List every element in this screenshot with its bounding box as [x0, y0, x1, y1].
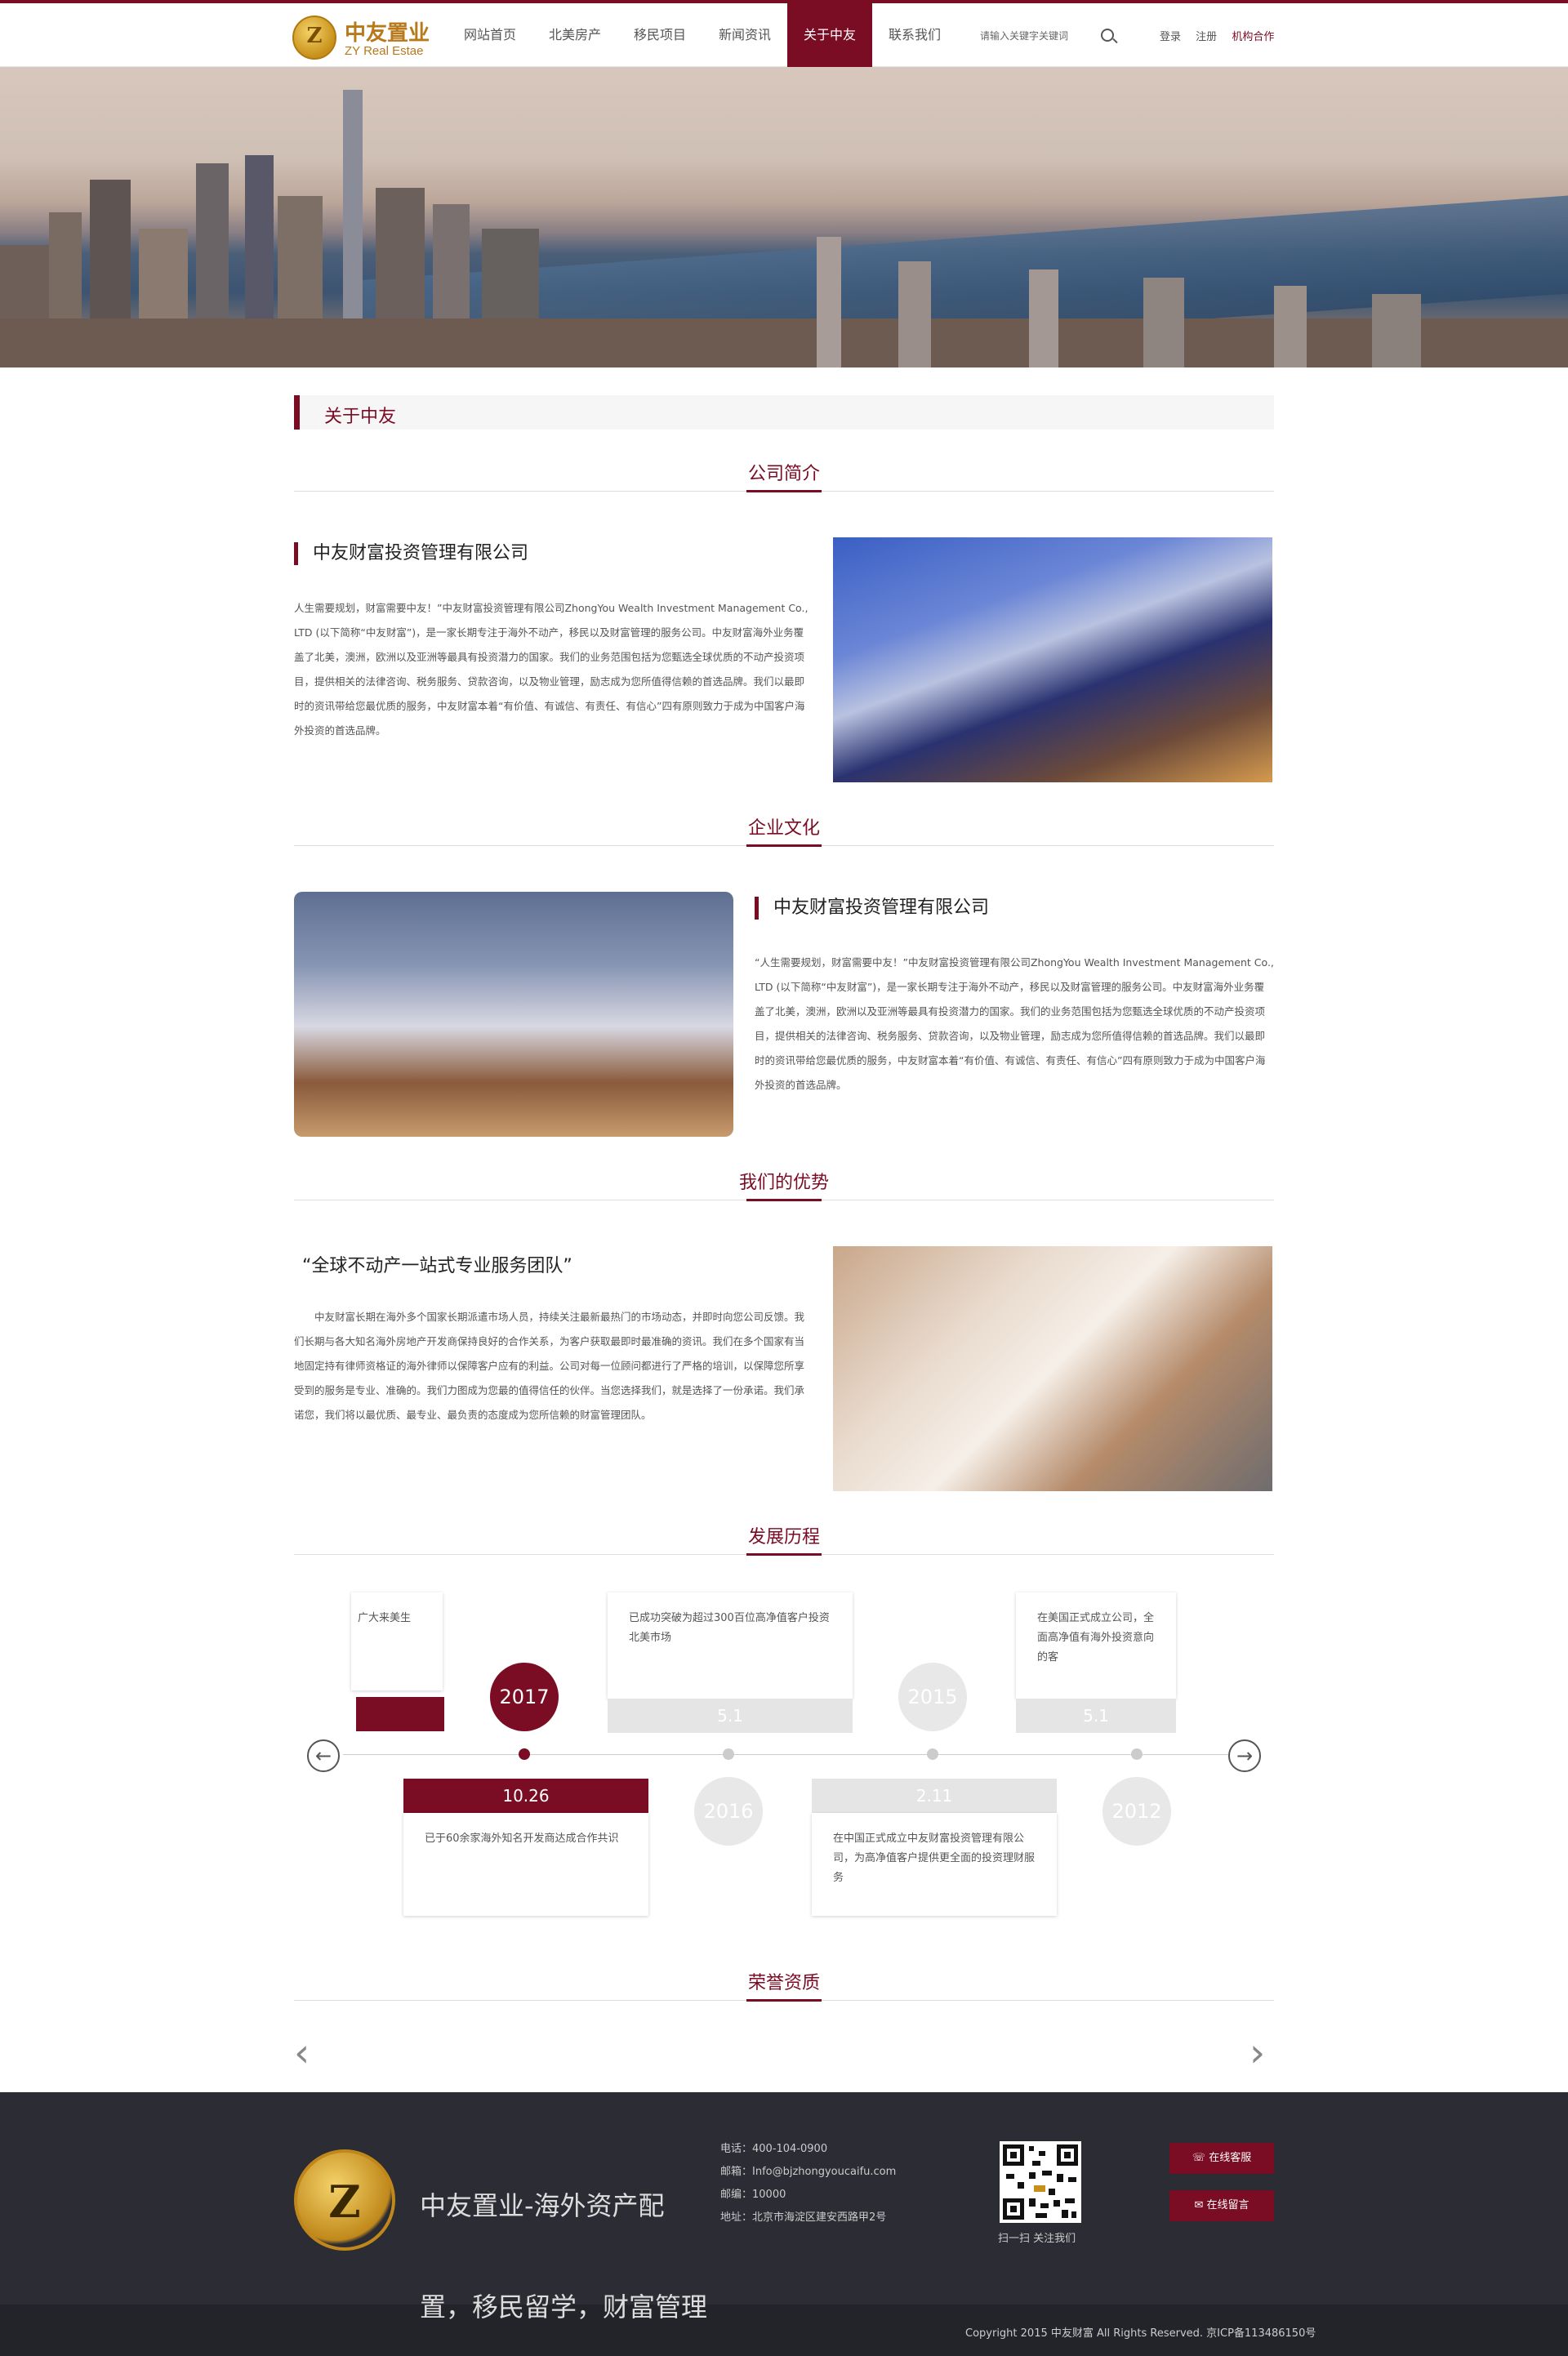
culture-heading: 企业文化	[294, 813, 1274, 847]
search-input[interactable]	[980, 26, 1094, 46]
culture-heading-text: 企业文化	[747, 818, 820, 839]
footer-address: 地址：北京市海淀区建安西路甲2号	[720, 2211, 887, 2224]
timeline-bar	[356, 1697, 444, 1731]
timeline-card: 在中国正式成立中友财富投资管理有限公司，为高净值客户提供更全面的投资理财服务	[812, 1813, 1057, 1916]
timeline-card: 在美国正式成立公司，全面高净值有海外投资意向的客	[1016, 1592, 1176, 1699]
history-heading-text: 发展历程	[747, 1527, 820, 1548]
timeline-axis	[343, 1754, 1250, 1755]
nav-home[interactable]: 网站首页	[448, 3, 532, 67]
history-heading-underline	[746, 1553, 822, 1556]
nav-news[interactable]: 新闻资讯	[702, 3, 787, 67]
footer-slogan-line1: 中友置业-海外资产配	[420, 2190, 665, 2221]
banner-building	[1029, 269, 1058, 367]
honor-next-icon[interactable]: ›	[1250, 2030, 1265, 2076]
timeline-year-2012[interactable]: 2012	[1102, 1777, 1171, 1846]
advantage-team-image	[833, 1246, 1272, 1491]
online-service-button[interactable]: ☏ 在线客服	[1169, 2143, 1274, 2174]
chat-icon: ✉	[1194, 2199, 1204, 2211]
timeline-card-text: 广大来美生	[358, 1612, 412, 1624]
timeline-year-2017[interactable]: 2017	[490, 1663, 559, 1731]
login-link[interactable]: 登录	[1160, 31, 1181, 43]
honor-heading-text: 荣誉资质	[747, 1973, 820, 1993]
footer-contact: 电话：400-104-0900 邮箱：Info@bjzhongyoucaifu.…	[720, 2138, 896, 2229]
timeline-next-button[interactable]: →	[1228, 1739, 1261, 1772]
timeline-year-2016[interactable]: 2016	[694, 1777, 763, 1846]
advantage-heading-underline	[746, 1199, 822, 1201]
header: Z 中友置业 ZY Real Estae 网站首页 北美房产 移民项目 新闻资讯…	[0, 3, 1568, 67]
main-nav: 网站首页 北美房产 移民项目 新闻资讯 关于中友 联系我们	[448, 3, 957, 67]
page-section-title: 关于中友	[294, 395, 1274, 430]
site-logo[interactable]: Z 中友置业 ZY Real Estae	[292, 13, 439, 60]
intro-heading: 公司简介	[294, 459, 1274, 492]
banner-building	[817, 237, 841, 367]
timeline-date-bar: 2.11	[812, 1779, 1057, 1813]
advantage-title: “全球不动产一站式专业服务团队”	[302, 1256, 572, 1276]
culture-company-name: 中友财富投资管理有限公司	[755, 897, 989, 920]
intro-company-name: 中友财富投资管理有限公司	[294, 542, 528, 565]
timeline-card: 广大来美生	[351, 1592, 443, 1690]
intro-paragraph: 人生需要规划，财富需要中友！”中友财富投资管理有限公司ZhongYou Weal…	[294, 602, 808, 737]
qr-label: 扫一扫 关注我们	[998, 2233, 1076, 2245]
culture-house-image	[294, 892, 733, 1137]
advantage-heading: 我们的优势	[294, 1168, 1274, 1201]
intro-building-image	[833, 537, 1272, 782]
timeline-year-2015[interactable]: 2015	[898, 1663, 967, 1731]
online-service-label: 在线客服	[1209, 2152, 1252, 2164]
timeline-card-text: 在中国正式成立中友财富投资管理有限公司，为高净值客户提供更全面的投资理财服务	[833, 1833, 1036, 1884]
timeline-date-bar: 5.1	[608, 1699, 853, 1733]
nav-north-america[interactable]: 北美房产	[532, 3, 617, 67]
banner-building	[1143, 278, 1184, 367]
timeline-card: 已成功突破为超过300百位高净值客户投资北美市场	[608, 1592, 853, 1699]
search-box	[980, 26, 1127, 46]
banner-building	[898, 261, 931, 367]
timeline-card-text: 在美国正式成立公司，全面高净值有海外投资意向的客	[1037, 1612, 1155, 1663]
nav-about[interactable]: 关于中友	[787, 3, 872, 67]
culture-paragraph: “人生需要规划，财富需要中友！”中友财富投资管理有限公司ZhongYou Wea…	[755, 956, 1274, 1091]
headset-icon: ☏	[1192, 2152, 1206, 2164]
timeline-dot[interactable]	[927, 1748, 938, 1760]
timeline-card-text: 已于60余家海外知名开发商达成合作共识	[425, 1833, 619, 1845]
timeline-card-text: 已成功突破为超过300百位高净值客户投资北美市场	[629, 1612, 830, 1644]
partner-link[interactable]: 机构合作	[1232, 31, 1274, 43]
advantage-paragraph: 中友财富长期在海外多个国家长期派遣市场人员，持续关注最新最热门的市场动态，并即时…	[294, 1311, 805, 1421]
timeline-dot[interactable]	[1131, 1748, 1143, 1760]
register-link[interactable]: 注册	[1196, 31, 1217, 43]
banner-foreground	[0, 318, 1568, 367]
header-links: 登录 注册 机构合作	[1160, 28, 1285, 43]
intro-heading-underline	[746, 490, 822, 492]
online-message-button[interactable]: ✉ 在线留言	[1169, 2190, 1274, 2221]
logo-cn-text: 中友置业	[345, 21, 430, 46]
footer-logo-emblem-icon: Z	[294, 2149, 395, 2251]
advantage-heading-text: 我们的优势	[738, 1173, 829, 1193]
banner-building	[1274, 286, 1307, 367]
copyright: Copyright 2015 中友财富 All Rights Reserved.…	[965, 2327, 1316, 2340]
culture-heading-underline	[746, 844, 822, 847]
nav-contact[interactable]: 联系我们	[872, 3, 957, 67]
logo-en-text: ZY Real Estae	[345, 44, 424, 58]
banner-city-image	[0, 67, 1568, 367]
banner-building	[1372, 294, 1421, 367]
footer-slogan-line2: 置，移民留学，财富管理	[420, 2291, 708, 2323]
intro-heading-text: 公司简介	[747, 464, 820, 484]
search-icon[interactable]	[1101, 29, 1114, 42]
footer-postcode: 邮编：10000	[720, 2189, 786, 2201]
footer-bottom-bar	[0, 2305, 1568, 2356]
timeline-prev-button[interactable]: ←	[307, 1739, 340, 1772]
footer-phone: 电话：400-104-0900	[720, 2143, 828, 2155]
qr-code-icon	[1000, 2141, 1081, 2223]
logo-emblem-icon: Z	[292, 16, 336, 60]
history-heading: 发展历程	[294, 1522, 1274, 1556]
timeline-date-bar: 5.1	[1016, 1699, 1176, 1733]
timeline-dot[interactable]	[519, 1748, 530, 1760]
timeline-dot[interactable]	[723, 1748, 734, 1760]
timeline-card-active: 已于60余家海外知名开发商达成合作共识	[403, 1813, 648, 1916]
honor-heading: 荣誉资质	[294, 1968, 1274, 2002]
nav-immigration[interactable]: 移民项目	[617, 3, 702, 67]
honor-prev-icon[interactable]: ‹	[294, 2030, 310, 2076]
online-message-label: 在线留言	[1206, 2199, 1250, 2211]
page-section-title-text: 关于中友	[324, 407, 397, 427]
honor-heading-underline	[746, 1999, 822, 2002]
timeline-date-bar-active: 10.26	[403, 1779, 648, 1813]
footer-email[interactable]: 邮箱：Info@bjzhongyoucaifu.com	[720, 2161, 896, 2184]
